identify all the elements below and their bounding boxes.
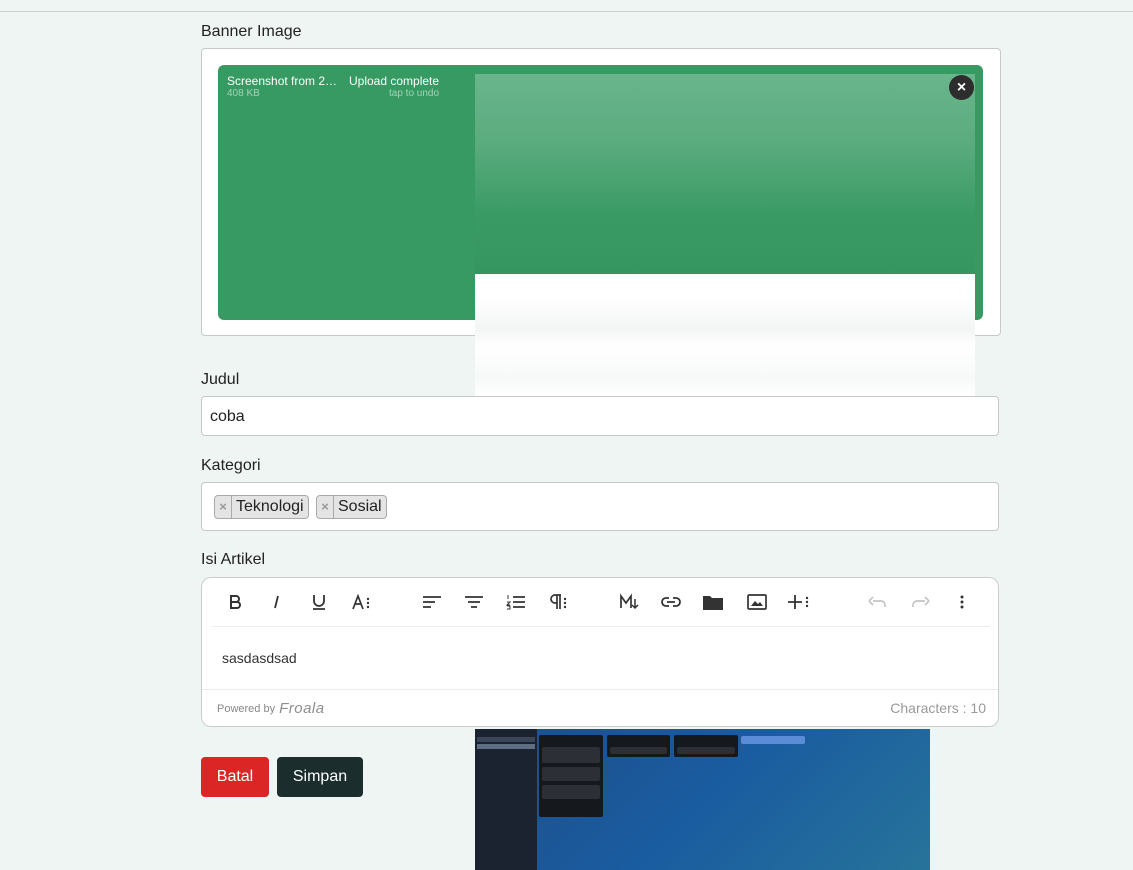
undo-icon[interactable] — [864, 590, 892, 614]
toolbar-divider — [212, 626, 990, 627]
image-icon[interactable] — [743, 590, 771, 614]
undo-hint[interactable]: tap to undo — [389, 88, 439, 99]
align-center-icon[interactable] — [460, 590, 488, 614]
tag-label: Teknologi — [236, 498, 304, 515]
top-divider — [0, 11, 1133, 12]
underline-icon[interactable] — [305, 590, 333, 614]
dragged-image-ghost — [475, 729, 930, 870]
banner-label: Banner Image — [201, 23, 302, 40]
rich-text-editor: sasdasdsad Powered by Froala Characters … — [201, 577, 999, 727]
save-button[interactable]: Simpan — [277, 757, 363, 797]
category-tag: × Teknologi — [214, 495, 309, 519]
title-label: Judul — [201, 371, 240, 388]
link-icon[interactable] — [657, 590, 685, 614]
title-input[interactable]: coba — [201, 396, 999, 436]
upload-status: Upload complete — [349, 74, 440, 88]
markdown-icon[interactable] — [615, 590, 643, 614]
more-insert-icon[interactable] — [785, 590, 813, 614]
category-tag: × Sosial — [316, 495, 387, 519]
character-count: Characters : 10 — [890, 700, 986, 716]
remove-tag-icon[interactable]: × — [215, 496, 232, 518]
category-select[interactable]: × Teknologi × Sosial — [201, 482, 999, 531]
cancel-button[interactable]: Batal — [201, 757, 269, 797]
bold-icon[interactable] — [221, 590, 249, 614]
file-size: 408 KB — [227, 88, 260, 99]
footer-divider — [202, 689, 998, 690]
image-preview — [475, 74, 975, 274]
redo-icon[interactable] — [906, 590, 934, 614]
category-label: Kategori — [201, 457, 261, 474]
paragraph-format-icon[interactable] — [545, 590, 573, 614]
align-left-icon[interactable] — [418, 590, 446, 614]
powered-by-text: Powered by — [217, 702, 276, 715]
editor-content[interactable]: sasdasdsad — [222, 650, 297, 666]
remove-tag-icon[interactable]: × — [317, 496, 334, 518]
froala-logo: Froala — [279, 700, 325, 717]
more-vertical-icon[interactable] — [948, 590, 976, 614]
content-label: Isi Artikel — [201, 551, 266, 568]
font-size-icon[interactable] — [348, 590, 376, 614]
ordered-list-icon[interactable] — [502, 590, 530, 614]
powered-by[interactable]: Powered by Froala — [217, 700, 325, 717]
image-preview-lower — [475, 274, 975, 396]
italic-icon[interactable] — [263, 590, 291, 614]
remove-file-button[interactable]: × — [949, 75, 974, 100]
tag-label: Sosial — [338, 498, 382, 515]
folder-icon[interactable] — [699, 590, 727, 614]
file-name: Screenshot from 2… — [227, 74, 338, 88]
